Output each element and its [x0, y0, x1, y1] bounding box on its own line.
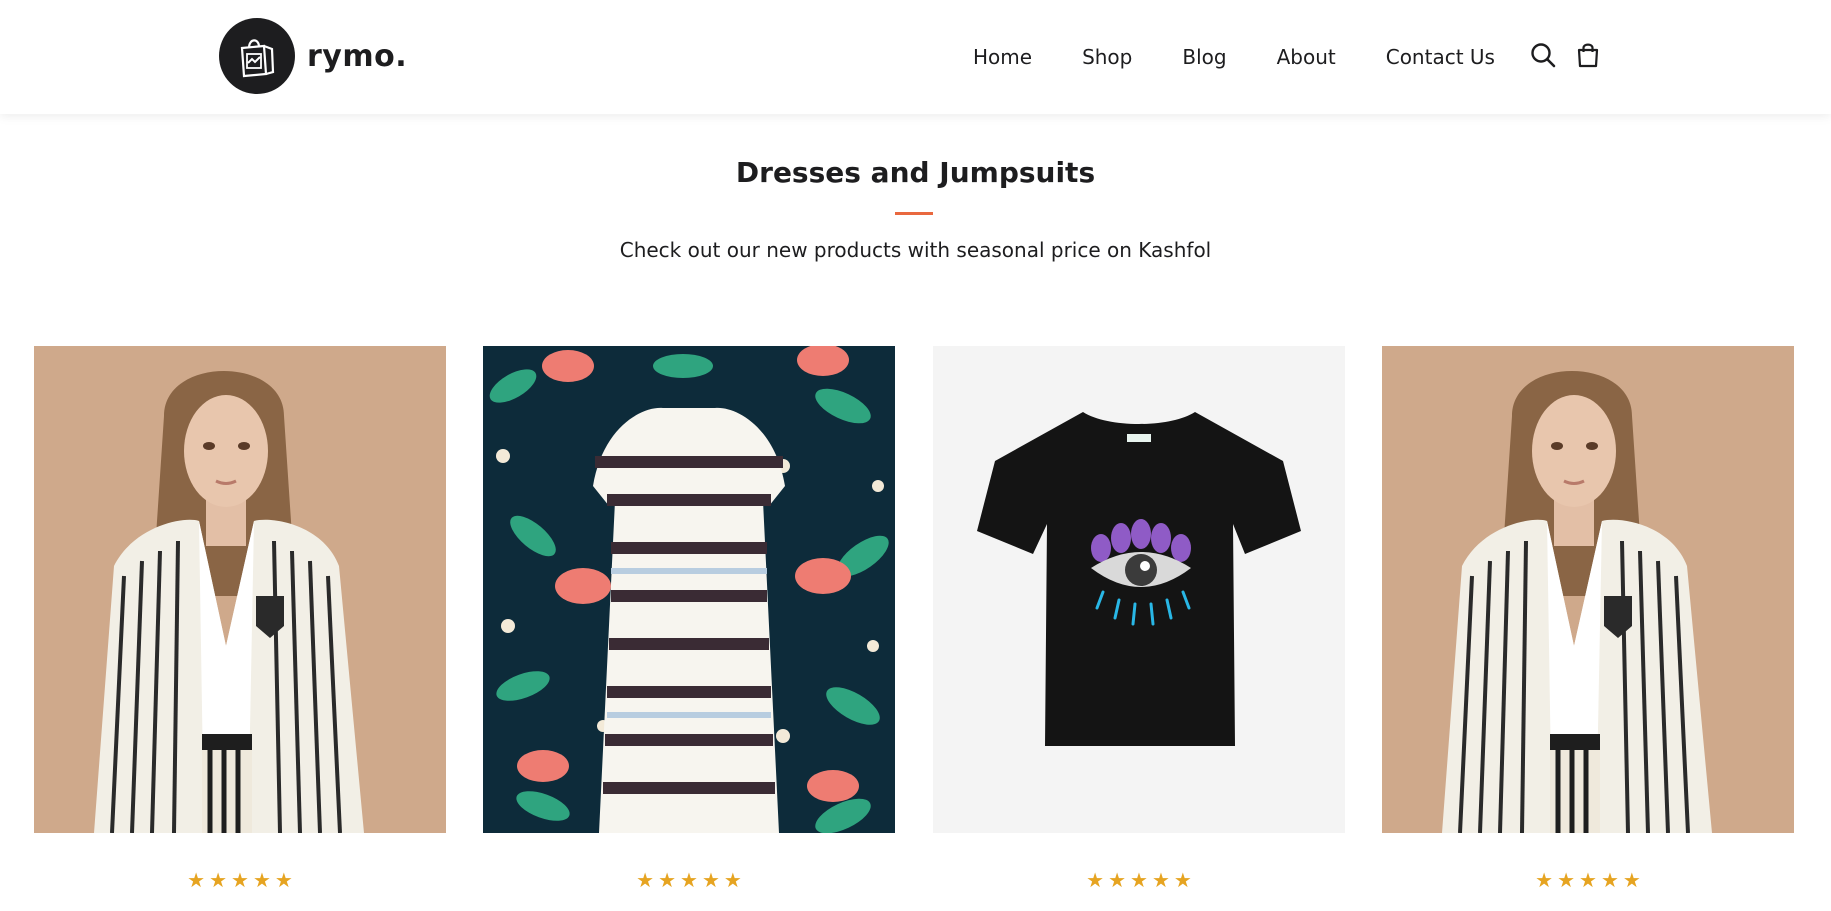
star-icon: ★	[1579, 868, 1597, 892]
product-card[interactable]: ★ ★ ★ ★ ★	[483, 346, 895, 911]
rating-stars: ★ ★ ★ ★ ★	[34, 870, 446, 890]
shopping-bag-icon[interactable]	[1573, 40, 1603, 70]
product-image[interactable]	[34, 346, 446, 833]
product-image[interactable]	[1382, 346, 1794, 833]
nav-home[interactable]: Home	[973, 42, 1032, 72]
star-icon: ★	[1535, 868, 1554, 892]
star-icon: ★	[658, 868, 677, 892]
product-card[interactable]: ★ ★ ★ ★ ★	[933, 346, 1345, 911]
section-subtitle: Check out our new products with seasonal…	[619, 238, 1212, 262]
shopping-bag-logo-icon	[219, 18, 295, 94]
product-card[interactable]: ★ ★ ★ ★ ★	[1382, 346, 1794, 911]
rating-stars: ★ ★ ★ ★ ★	[933, 870, 1345, 890]
star-icon: ★	[701, 868, 720, 892]
star-icon: ★	[636, 868, 655, 892]
site-header: rymo. Home Shop Blog About Contact Us	[0, 0, 1831, 114]
star-icon: ★	[1173, 868, 1192, 892]
nav-blog[interactable]: Blog	[1182, 42, 1226, 72]
product-card[interactable]: ★ ★ ★ ★ ★	[34, 346, 446, 911]
search-icon[interactable]	[1528, 40, 1558, 70]
product-image[interactable]	[483, 346, 895, 833]
title-underline	[895, 212, 933, 215]
star-icon: ★	[1151, 868, 1170, 892]
nav-shop[interactable]: Shop	[1082, 42, 1132, 72]
star-icon: ★	[274, 868, 293, 892]
star-icon: ★	[1600, 868, 1619, 892]
brand-logo[interactable]: rymo.	[219, 18, 407, 94]
star-icon: ★	[252, 868, 271, 892]
rating-stars: ★ ★ ★ ★ ★	[1382, 870, 1794, 890]
nav-contact-us[interactable]: Contact Us	[1386, 42, 1495, 72]
rating-stars: ★ ★ ★ ★ ★	[483, 870, 895, 890]
main-nav: Home Shop Blog About Contact Us	[973, 42, 1495, 72]
star-icon: ★	[209, 868, 228, 892]
product-image[interactable]	[933, 346, 1345, 833]
star-icon: ★	[231, 868, 249, 892]
star-icon: ★	[1130, 868, 1148, 892]
star-icon: ★	[1622, 868, 1641, 892]
star-icon: ★	[187, 868, 206, 892]
star-icon: ★	[723, 868, 742, 892]
star-icon: ★	[1557, 868, 1576, 892]
section-title: Dresses and Jumpsuits	[735, 156, 1096, 189]
star-icon: ★	[1086, 868, 1105, 892]
nav-about[interactable]: About	[1277, 42, 1336, 72]
star-icon: ★	[680, 868, 698, 892]
brand-name: rymo.	[307, 38, 408, 74]
star-icon: ★	[1108, 868, 1127, 892]
